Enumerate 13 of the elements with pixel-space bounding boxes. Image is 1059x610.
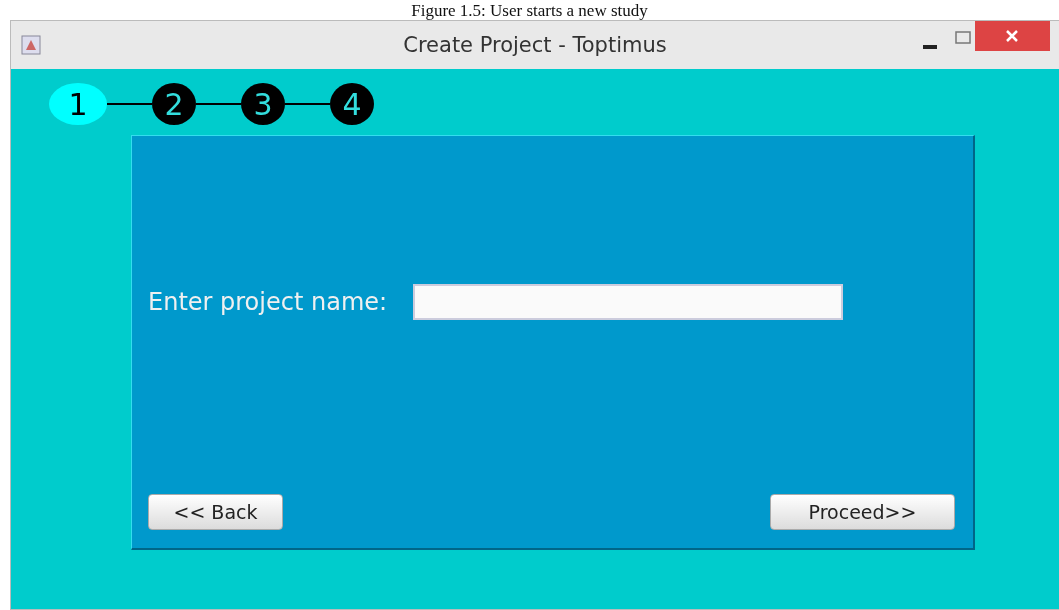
proceed-button[interactable]: Proceed>> (770, 494, 955, 530)
step-indicator: 1 (49, 83, 107, 125)
project-name-field[interactable] (413, 284, 844, 320)
figure-caption: Figure 1.5: User starts a new study (411, 2, 648, 20)
window-title: Create Project - Toptimus (403, 33, 667, 57)
step-indicator: 2 (152, 83, 196, 125)
back-button[interactable]: << Back (148, 494, 283, 530)
close-icon[interactable] (975, 21, 1050, 51)
maximize-icon[interactable] (955, 31, 971, 44)
step-indicator: 3 (241, 83, 285, 125)
step-indicator: 4 (330, 83, 374, 125)
field-label: Enter project name: (148, 288, 388, 316)
app-icon (21, 35, 41, 55)
